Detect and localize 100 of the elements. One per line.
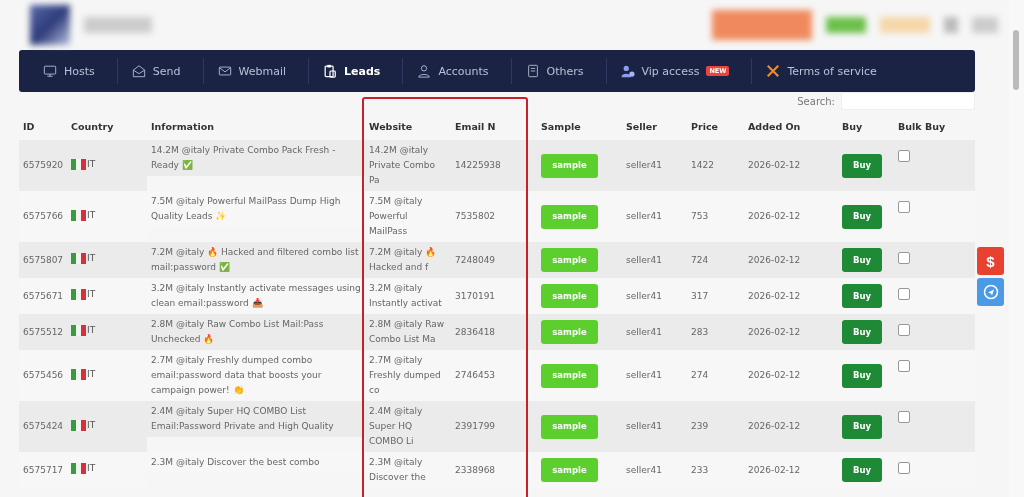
table-cell: 6575671 [19, 278, 67, 314]
table-cell: 14.2M @italy Private Combo Pa [365, 140, 451, 191]
search-label: Search: [797, 95, 835, 107]
bulk-buy-checkbox[interactable] [898, 324, 910, 336]
table-cell: 7.2M @italy 🔥 Hacked and f [365, 242, 451, 278]
buy-button[interactable]: Buy [842, 153, 882, 178]
table-cell: 6575807 [19, 242, 67, 278]
clipboard-icon [323, 64, 338, 78]
user-icon [417, 64, 432, 78]
column-header[interactable]: ID [19, 110, 67, 140]
paper-plane-icon [982, 284, 999, 300]
country-code: IT [87, 288, 96, 301]
column-header[interactable]: Seller [622, 110, 687, 140]
column-header[interactable]: Sample [537, 110, 622, 140]
italy-flag-icon [71, 368, 86, 380]
users-icon [620, 64, 635, 78]
table-cell: 283 [687, 314, 744, 350]
column-header[interactable]: Added On [744, 110, 838, 140]
mail-icon [217, 64, 232, 78]
table-cell: seller41 [622, 191, 687, 242]
column-header[interactable]: Price [687, 110, 744, 140]
table-cell: seller41 [622, 314, 687, 350]
italy-flag-icon [71, 209, 86, 221]
italy-flag-icon [71, 158, 86, 170]
nav-tab[interactable]: Others [521, 64, 606, 78]
bulk-buy-checkbox[interactable] [898, 150, 910, 162]
table-cell: 6575424 [19, 401, 67, 452]
buy-button[interactable]: Buy [842, 458, 882, 482]
item-description: 2.8M @italy Raw Combo List Mail:Pass Unchecked 🔥 [147, 314, 365, 350]
nav-tab[interactable]: Terms of service [762, 64, 899, 78]
column-header[interactable]: Email N [451, 110, 537, 140]
blurred-title [84, 17, 152, 33]
blurred-badge [826, 17, 866, 33]
buy-button[interactable]: Buy [842, 248, 882, 272]
table-cell: 724 [687, 242, 744, 278]
telegram-button[interactable] [977, 278, 1004, 306]
italy-flag-icon [71, 419, 86, 431]
table-cell: 6575512 [19, 314, 67, 350]
table-cell: seller41 [622, 140, 687, 191]
bulk-buy-checkbox[interactable] [898, 288, 910, 300]
buy-button[interactable]: Buy [842, 320, 882, 344]
table-cell: 1422 [687, 140, 744, 191]
table-cell: 6575920 [19, 140, 67, 191]
item-description: 7.2M @italy 🔥 Hacked and filtered combo list mail:password ✅ [147, 242, 365, 278]
table-cell: 2.8M @italy Raw Combo List Ma [365, 314, 451, 350]
table-cell: seller41 [622, 278, 687, 314]
tools-icon [766, 64, 781, 78]
table-cell: 2026-02-12 [744, 242, 838, 278]
italy-flag-icon [71, 289, 86, 300]
search-field[interactable] [841, 92, 975, 110]
buy-button[interactable]: Buy [842, 414, 882, 439]
nav-tab[interactable]: Hosts [39, 64, 117, 78]
table-cell: 14225938 [451, 140, 537, 191]
nav-tab[interactable]: Accounts [413, 64, 511, 78]
country-code: IT [87, 252, 96, 265]
table-cell: seller41 [622, 350, 687, 401]
table-cell: 2391799 [451, 401, 537, 452]
nav-tab[interactable]: Webmail [213, 64, 309, 78]
italy-flag-icon [71, 253, 86, 264]
bulk-buy-checkbox[interactable] [898, 462, 910, 474]
blurred-logo [30, 5, 70, 45]
table-cell: 2.7M @italy Freshly dumped co [365, 350, 451, 401]
table-cell: seller41 [622, 242, 687, 278]
nav-tab[interactable]: Send [127, 64, 203, 78]
table-cell: seller41 [622, 401, 687, 452]
bulk-buy-checkbox[interactable] [898, 411, 910, 423]
column-header[interactable]: Website [365, 110, 451, 140]
bulk-buy-checkbox[interactable] [898, 360, 910, 372]
table-cell: 3.2M @italy Instantly activat [365, 278, 451, 314]
blurred-badge [944, 17, 958, 33]
column-header[interactable]: Bulk Buy [894, 110, 975, 140]
italy-flag-icon [71, 325, 86, 336]
bulk-buy-checkbox[interactable] [898, 252, 910, 264]
table-cell: 753 [687, 191, 744, 242]
column-header[interactable]: Information [147, 110, 365, 140]
bulk-buy-checkbox[interactable] [898, 201, 910, 213]
table-cell: 6575766 [19, 191, 67, 242]
nav-tab[interactable]: Leads [319, 64, 403, 78]
buy-button[interactable]: Buy [842, 284, 882, 308]
item-description: 2.4M @italy Super HQ COMBO List Email:Password Private and High Quality [147, 401, 365, 437]
table-cell: 2.4M @italy Super HQ COMBO Li [365, 401, 451, 452]
table-cell: 2026-02-12 [744, 350, 838, 401]
buy-button[interactable]: Buy [842, 363, 882, 388]
country-code: IT [87, 324, 96, 337]
table-cell: 2026-02-12 [744, 278, 838, 314]
table-cell: 317 [687, 278, 744, 314]
column-header[interactable]: Country [67, 110, 147, 140]
table-cell: 2026-02-12 [744, 314, 838, 350]
table-cell: 6575456 [19, 350, 67, 401]
table-cell: 2026-02-12 [744, 140, 838, 191]
blurred-badge [880, 17, 930, 33]
country-code: IT [87, 462, 96, 475]
column-header[interactable]: Buy [838, 110, 894, 140]
table-cell: 2026-02-12 [744, 191, 838, 242]
dollar-button[interactable]: $ [977, 247, 1004, 275]
item-description: 14.2M @italy Private Combo Pack Fresh - Ready ✅ [147, 140, 365, 176]
buy-button[interactable]: Buy [842, 204, 882, 229]
table-cell: 2836418 [451, 314, 537, 350]
document-icon [525, 64, 540, 78]
italy-flag-icon [71, 463, 86, 474]
